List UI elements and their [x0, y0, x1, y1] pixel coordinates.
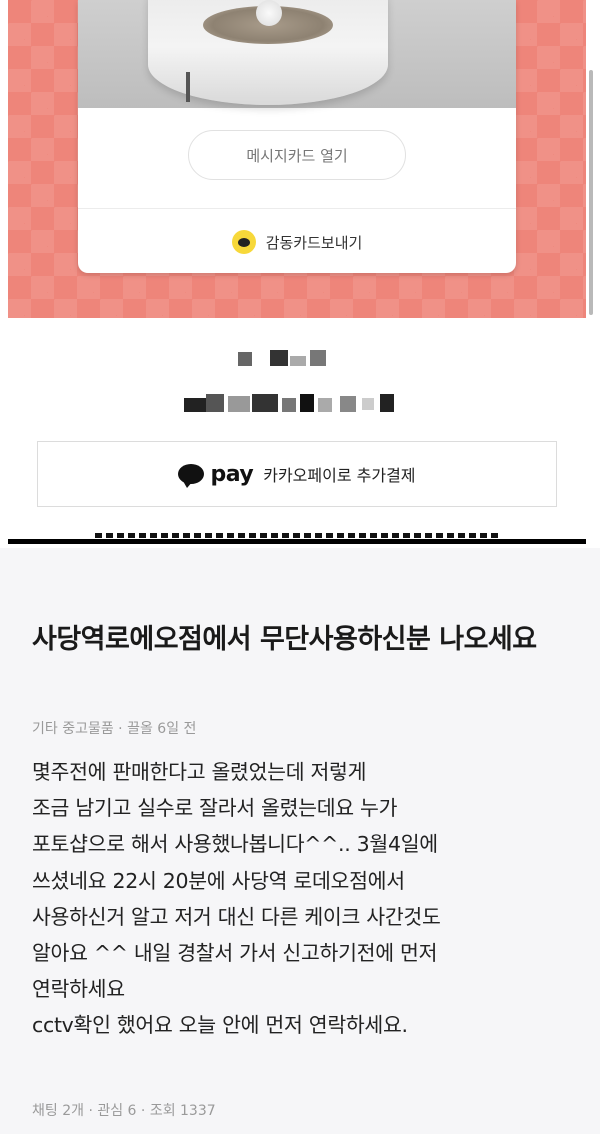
- scrollbar[interactable]: [589, 70, 593, 315]
- cake-decoration: [256, 0, 282, 26]
- speech-bubble-icon: [178, 464, 205, 488]
- post-meta[interactable]: 기타 중고물품 · 끌올 6일 전: [32, 718, 196, 738]
- cake-stick: [186, 72, 190, 102]
- send-card-button[interactable]: 감동카드보내기: [78, 222, 516, 262]
- gift-card: 메시지카드 열기 감동카드보내기: [78, 0, 516, 273]
- crop-divider: [8, 539, 586, 544]
- gift-card-screenshot: 메시지카드 열기 감동카드보내기: [8, 0, 586, 318]
- post-title: 사당역로에오점에서 무단사용하신분 나오세요: [32, 624, 537, 655]
- cake-image: [78, 0, 516, 108]
- pay-button-label: 카카오페이로 추가결제: [263, 466, 416, 485]
- post-body: 몇주전에 판매한다고 올렸었는데 저렇게 조금 남기고 실수로 잘라서 올렸는데…: [32, 760, 441, 1038]
- post-content: 사당역로에오점에서 무단사용하신분 나오세요 기타 중고물품 · 끌올 6일 전…: [0, 548, 600, 1134]
- kakaopay-logo: pay: [178, 461, 254, 488]
- kakaopay-additional-payment-button[interactable]: pay 카카오페이로 추가결제: [37, 441, 557, 507]
- cropped-text-edge: [95, 533, 500, 538]
- kakao-talk-icon: [231, 230, 256, 254]
- card-divider: [78, 208, 516, 209]
- open-message-card-button[interactable]: 메시지카드 열기: [188, 130, 406, 180]
- send-card-label: 감동카드보내기: [265, 233, 363, 252]
- post-stats: 채팅 2개 · 관심 6 · 조회 1337: [32, 1103, 216, 1119]
- pay-logo-text: pay: [210, 461, 254, 487]
